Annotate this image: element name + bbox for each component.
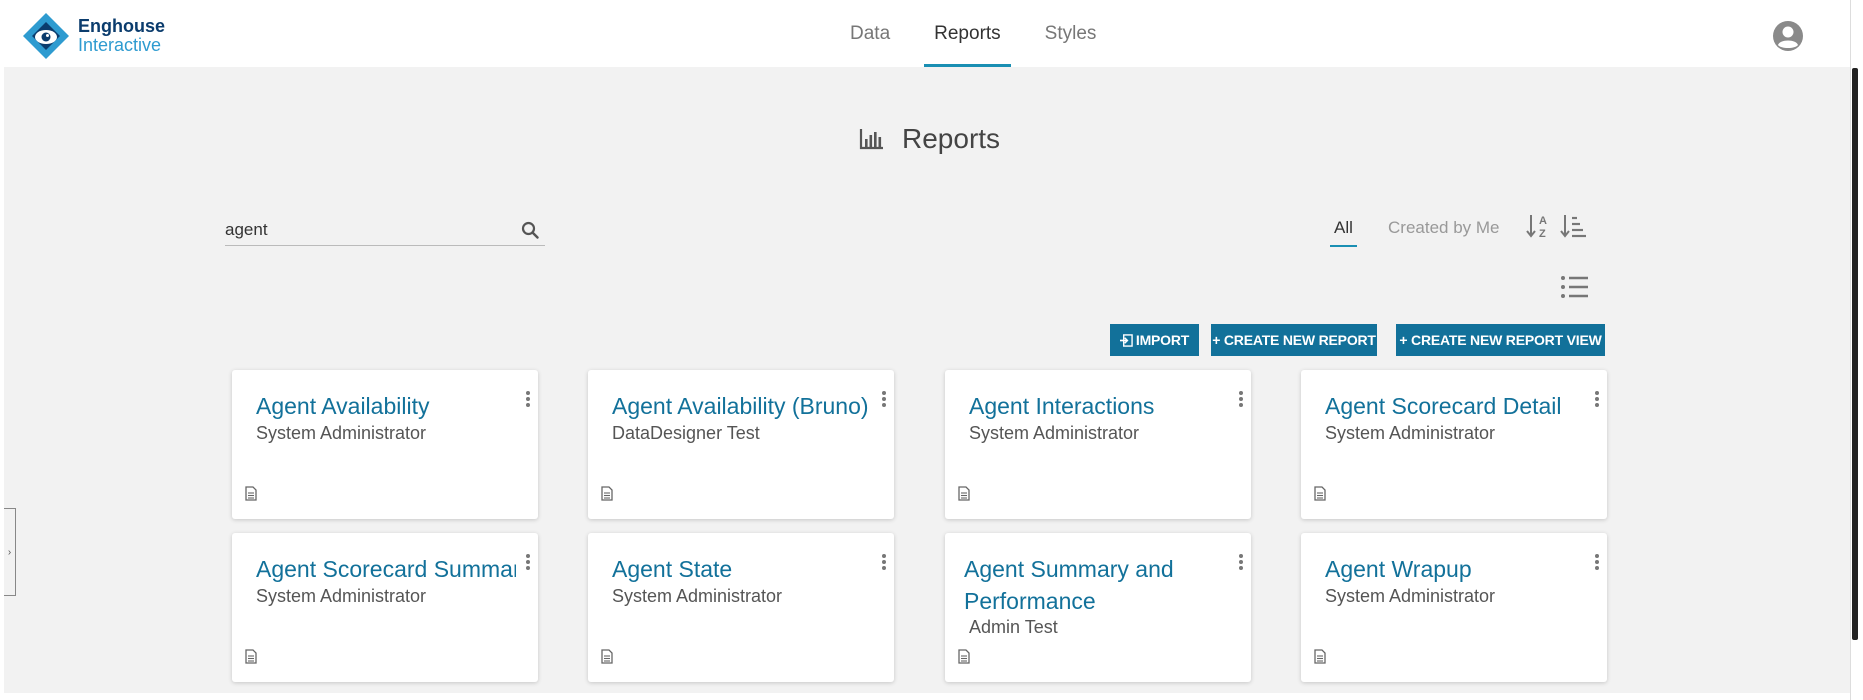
report-card-title[interactable]: Agent Availability (Bruno) [612, 390, 872, 422]
import-icon [1119, 333, 1133, 347]
top-header: Enghouse Interactive Data Reports Styles [0, 0, 1850, 67]
scrollbar-thumb[interactable] [1852, 68, 1858, 640]
document-icon [601, 649, 613, 664]
document-icon [958, 649, 970, 664]
more-vertical-icon[interactable] [1237, 390, 1245, 408]
more-vertical-icon[interactable] [524, 553, 532, 571]
report-card-title[interactable]: Agent Wrapup [1325, 553, 1585, 585]
page-title-text: Reports [902, 123, 1001, 154]
document-icon [958, 486, 970, 501]
report-card-owner: System Administrator [969, 423, 1140, 443]
search-field [225, 214, 545, 246]
search-input[interactable] [225, 219, 521, 240]
document-icon [1314, 649, 1326, 664]
create-new-report-button[interactable]: + CREATE NEW REPORT [1211, 324, 1377, 356]
report-card-owner: System Administrator [612, 586, 783, 606]
side-panel-toggle[interactable]: › [4, 508, 16, 596]
tab-reports[interactable]: Reports [924, 0, 1011, 67]
enghouse-eye-logo-icon [23, 13, 69, 59]
report-card-title[interactable]: Agent Scorecard Detail [1325, 390, 1585, 422]
report-card[interactable]: Agent Availability System Administrator [232, 370, 538, 519]
report-card-owner: DataDesigner Test [612, 423, 760, 443]
more-vertical-icon[interactable] [880, 553, 888, 571]
more-vertical-icon[interactable] [1593, 390, 1601, 408]
more-vertical-icon[interactable] [1237, 553, 1245, 571]
report-card-title[interactable]: Agent Scorecard Summary [256, 553, 516, 585]
report-card-title[interactable]: Agent Availability [256, 390, 516, 422]
filter-created-by-me[interactable]: Created by Me [1388, 218, 1500, 238]
bar-chart-icon [859, 129, 883, 150]
brand-line2: Interactive [78, 35, 162, 55]
page-title: Reports [858, 123, 1000, 155]
document-icon [245, 486, 257, 501]
report-card-owner: System Administrator [256, 423, 427, 443]
list-view-icon[interactable] [1560, 274, 1590, 300]
filter-all[interactable]: All [1330, 214, 1357, 247]
main-nav: Data Reports Styles [840, 0, 1130, 67]
sort-alpha-icon[interactable]: A Z [1526, 212, 1552, 240]
report-card-owner: Admin Test [969, 617, 1058, 637]
report-card[interactable]: Agent State System Administrator [588, 533, 894, 682]
report-card-owner: System Administrator [1325, 423, 1496, 443]
svg-text:Z: Z [1539, 228, 1546, 240]
search-icon[interactable] [521, 221, 539, 239]
report-card-owner: System Administrator [1325, 586, 1496, 606]
brand-line1: Enghouse [78, 16, 166, 36]
more-vertical-icon[interactable] [880, 390, 888, 408]
sort-amount-icon[interactable] [1560, 212, 1588, 240]
document-icon [245, 649, 257, 664]
report-card[interactable]: Agent Interactions System Administrator [945, 370, 1251, 519]
user-circle-icon[interactable] [1772, 20, 1804, 52]
brand-name: Enghouse Interactive [78, 17, 165, 55]
report-card[interactable]: Agent Wrapup System Administrator [1301, 533, 1607, 682]
svg-text:A: A [1539, 215, 1547, 227]
report-card[interactable]: Agent Scorecard Summary System Administr… [232, 533, 538, 682]
app: Enghouse Interactive Data Reports Styles… [0, 0, 1863, 700]
import-button-label: IMPORT [1135, 332, 1190, 348]
tab-data[interactable]: Data [840, 0, 900, 67]
report-card[interactable]: Agent Summary and Performance Admin Test [945, 533, 1251, 682]
create-new-report-view-button[interactable]: + CREATE NEW REPORT VIEW [1396, 324, 1605, 356]
brand-logo[interactable]: Enghouse Interactive [22, 12, 165, 60]
document-icon [1314, 486, 1326, 501]
report-card[interactable]: Agent Scorecard Detail System Administra… [1301, 370, 1607, 519]
report-card-owner: System Administrator [256, 586, 427, 606]
document-icon [601, 486, 613, 501]
report-card-title[interactable]: Agent Interactions [969, 390, 1229, 422]
more-vertical-icon[interactable] [1593, 553, 1601, 571]
tab-styles[interactable]: Styles [1035, 0, 1107, 67]
report-card-title[interactable]: Agent Summary and Performance [964, 553, 1224, 617]
import-button[interactable]: IMPORT [1110, 324, 1199, 356]
more-vertical-icon[interactable] [524, 390, 532, 408]
report-card[interactable]: Agent Availability (Bruno) DataDesigner … [588, 370, 894, 519]
report-card-title[interactable]: Agent State [612, 553, 872, 585]
